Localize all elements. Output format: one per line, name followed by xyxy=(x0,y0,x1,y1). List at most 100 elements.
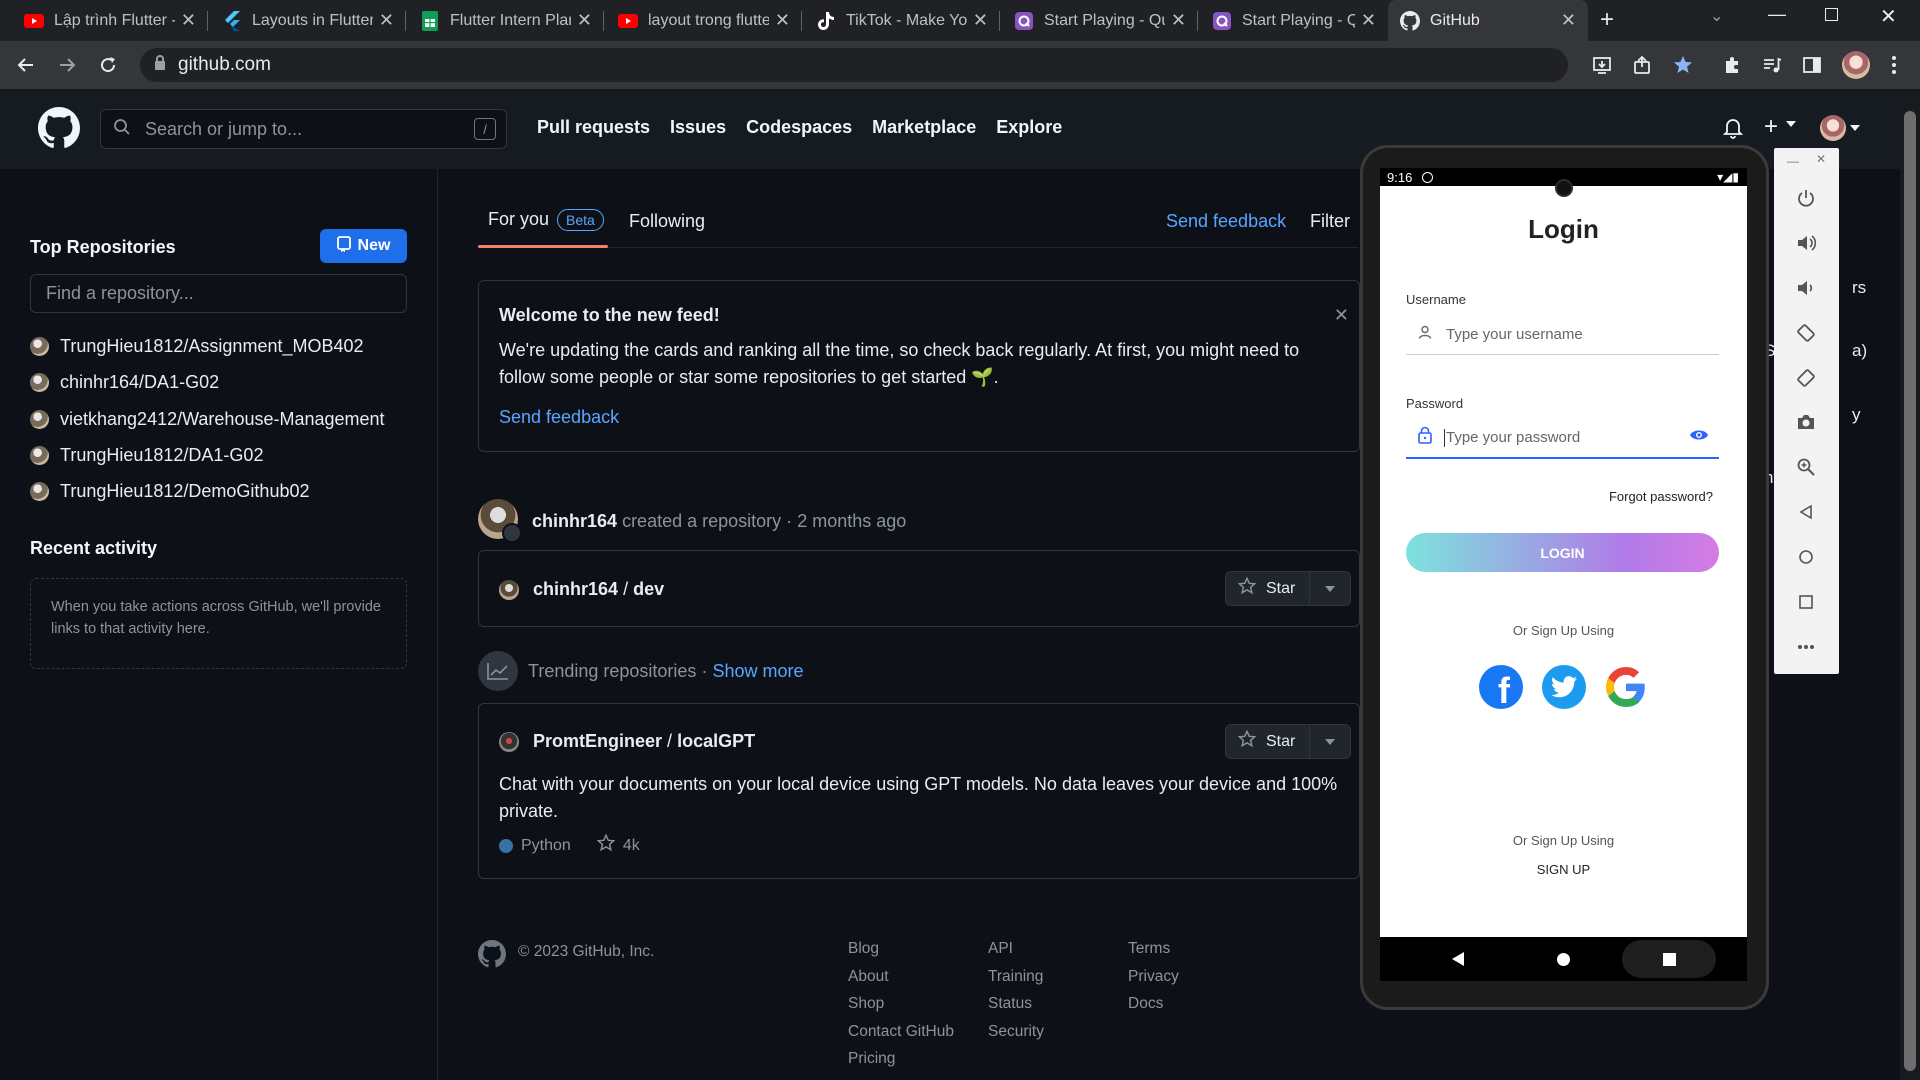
forward-icon[interactable] xyxy=(55,53,79,77)
footer-link[interactable]: About xyxy=(848,963,954,991)
close-tab-icon[interactable]: ✕ xyxy=(775,10,790,31)
repo-link[interactable]: TrungHieu1812/DA1-G02 xyxy=(30,445,263,466)
extensions-icon[interactable] xyxy=(1720,53,1744,77)
close-tab-icon[interactable]: ✕ xyxy=(379,10,394,31)
new-tab-icon[interactable]: + xyxy=(1600,6,1614,34)
close-tab-icon[interactable]: ✕ xyxy=(1561,10,1576,31)
nav-home-icon[interactable] xyxy=(1557,953,1570,966)
repo-link[interactable]: TrungHieu1812/Assignment_MOB402 xyxy=(30,336,364,357)
more-icon[interactable] xyxy=(1794,635,1818,659)
forgot-password-link[interactable]: Forgot password? xyxy=(1609,489,1713,504)
close-window-icon[interactable]: ✕ xyxy=(1880,4,1897,29)
star-button[interactable]: Star xyxy=(1225,724,1352,759)
password-field[interactable]: Type your password xyxy=(1406,418,1719,459)
overview-icon[interactable] xyxy=(1794,590,1818,614)
footer-link[interactable]: Status xyxy=(988,990,1044,1018)
close-icon[interactable]: ✕ xyxy=(1334,305,1349,326)
nav-back-icon[interactable] xyxy=(1452,952,1464,966)
footer-link[interactable]: Privacy xyxy=(1128,963,1179,991)
footer-link[interactable]: Blog xyxy=(848,935,954,963)
power-icon[interactable] xyxy=(1794,186,1818,210)
twitter-icon[interactable] xyxy=(1542,665,1586,709)
reload-icon[interactable] xyxy=(96,53,120,77)
volume-up-icon[interactable] xyxy=(1794,231,1818,255)
star-button-main[interactable]: Star xyxy=(1226,725,1311,758)
restore-icon[interactable] xyxy=(1825,8,1838,21)
browser-tab[interactable]: Flutter Intern Plan ✕ xyxy=(408,0,604,41)
user-avatar[interactable] xyxy=(1820,115,1846,141)
repo-link[interactable]: chinhr164/DA1-G02 xyxy=(30,372,219,393)
close-tab-icon[interactable]: ✕ xyxy=(577,10,592,31)
event-user[interactable]: chinhr164 xyxy=(532,511,617,531)
browser-tab[interactable]: Lập trình Flutter - ✕ xyxy=(12,0,208,41)
show-more-link[interactable]: Show more xyxy=(712,661,803,681)
side-panel-icon[interactable] xyxy=(1800,53,1824,77)
install-icon[interactable] xyxy=(1590,53,1614,77)
volume-down-icon[interactable] xyxy=(1794,276,1818,300)
camera-icon[interactable] xyxy=(1794,410,1818,434)
zoom-icon[interactable] xyxy=(1794,455,1818,479)
google-icon[interactable] xyxy=(1604,665,1648,709)
back-icon[interactable] xyxy=(14,53,38,77)
login-button[interactable]: LOGIN xyxy=(1406,533,1719,572)
close-tab-icon[interactable]: ✕ xyxy=(1171,10,1186,31)
eye-icon[interactable] xyxy=(1689,428,1709,447)
back-icon[interactable] xyxy=(1794,500,1818,524)
search-input[interactable]: Search or jump to... / xyxy=(100,109,507,149)
close-tab-icon[interactable]: ✕ xyxy=(973,10,988,31)
browser-tab[interactable]: Start Playing - Qu ✕ xyxy=(1200,0,1388,41)
close-tab-icon[interactable]: ✕ xyxy=(181,10,196,31)
browser-tab-active[interactable]: GitHub ✕ xyxy=(1388,0,1588,41)
bookmark-star-icon[interactable] xyxy=(1671,53,1695,77)
tab-for-you[interactable]: For you Beta xyxy=(488,209,604,231)
footer-github-logo-icon[interactable] xyxy=(478,940,506,973)
nav-marketplace[interactable]: Marketplace xyxy=(872,117,976,138)
home-icon[interactable] xyxy=(1794,545,1818,569)
footer-link[interactable]: Terms xyxy=(1128,935,1179,963)
star-dropdown-icon[interactable] xyxy=(1310,738,1350,745)
browser-tab[interactable]: Layouts in Flutter ✕ xyxy=(210,0,406,41)
chrome-menu-icon[interactable] xyxy=(1882,53,1906,77)
scrollbar-thumb[interactable] xyxy=(1904,111,1916,1071)
footer-link[interactable]: Pricing xyxy=(848,1045,954,1073)
notifications-bell-icon[interactable] xyxy=(1722,117,1744,144)
nav-pull-requests[interactable]: Pull requests xyxy=(537,117,650,138)
footer-link[interactable]: Docs xyxy=(1128,990,1179,1018)
event-repo-link[interactable]: chinhr164 / dev xyxy=(533,579,664,600)
create-new-plus-icon[interactable]: + xyxy=(1764,113,1778,141)
footer-link[interactable]: Training xyxy=(988,963,1044,991)
repo-link[interactable]: vietkhang2412/Warehouse-Management xyxy=(30,409,385,430)
nav-codespaces[interactable]: Codespaces xyxy=(746,117,852,138)
nav-issues[interactable]: Issues xyxy=(670,117,726,138)
tab-following[interactable]: Following xyxy=(629,211,705,232)
repo-stars[interactable]: 4k xyxy=(623,837,640,855)
close-tab-icon[interactable]: ✕ xyxy=(1361,10,1376,31)
star-button-main[interactable]: Star xyxy=(1226,572,1311,605)
filter-button[interactable]: Filter xyxy=(1310,211,1350,232)
github-logo-icon[interactable] xyxy=(38,107,80,154)
footer-link[interactable]: API xyxy=(988,935,1044,963)
trending-repo-link[interactable]: PromtEngineer / localGPT xyxy=(533,731,755,752)
browser-tab[interactable]: layout trong flutter ✕ xyxy=(606,0,802,41)
footer-link[interactable]: Shop xyxy=(848,990,954,1018)
address-bar[interactable]: github.com xyxy=(140,48,1568,82)
username-field[interactable]: Type your username xyxy=(1406,315,1719,355)
star-dropdown-icon[interactable] xyxy=(1310,585,1350,592)
new-repo-button[interactable]: New xyxy=(320,229,407,263)
footer-link[interactable]: Security xyxy=(988,1018,1044,1046)
browser-tab[interactable]: TikTok - Make Your ✕ xyxy=(804,0,1000,41)
browser-tab[interactable]: Start Playing - Qu ✕ xyxy=(1002,0,1198,41)
minimize-icon[interactable]: — xyxy=(1787,154,1799,168)
send-feedback-link[interactable]: Send feedback xyxy=(1166,211,1286,232)
star-button[interactable]: Star xyxy=(1225,571,1352,606)
repo-link[interactable]: TrungHieu1812/DemoGithub02 xyxy=(30,481,310,502)
nav-explore[interactable]: Explore xyxy=(996,117,1062,138)
profile-avatar[interactable] xyxy=(1842,51,1870,79)
tab-search-icon[interactable]: ⌄ xyxy=(1710,6,1723,26)
media-icon[interactable] xyxy=(1760,53,1784,77)
footer-link[interactable]: Contact GitHub xyxy=(848,1018,954,1046)
facebook-icon[interactable]: f xyxy=(1479,665,1523,709)
rotate-right-icon[interactable] xyxy=(1794,366,1818,390)
page-scrollbar[interactable] xyxy=(1900,89,1920,1080)
find-repository-input[interactable]: Find a repository... xyxy=(30,274,407,313)
